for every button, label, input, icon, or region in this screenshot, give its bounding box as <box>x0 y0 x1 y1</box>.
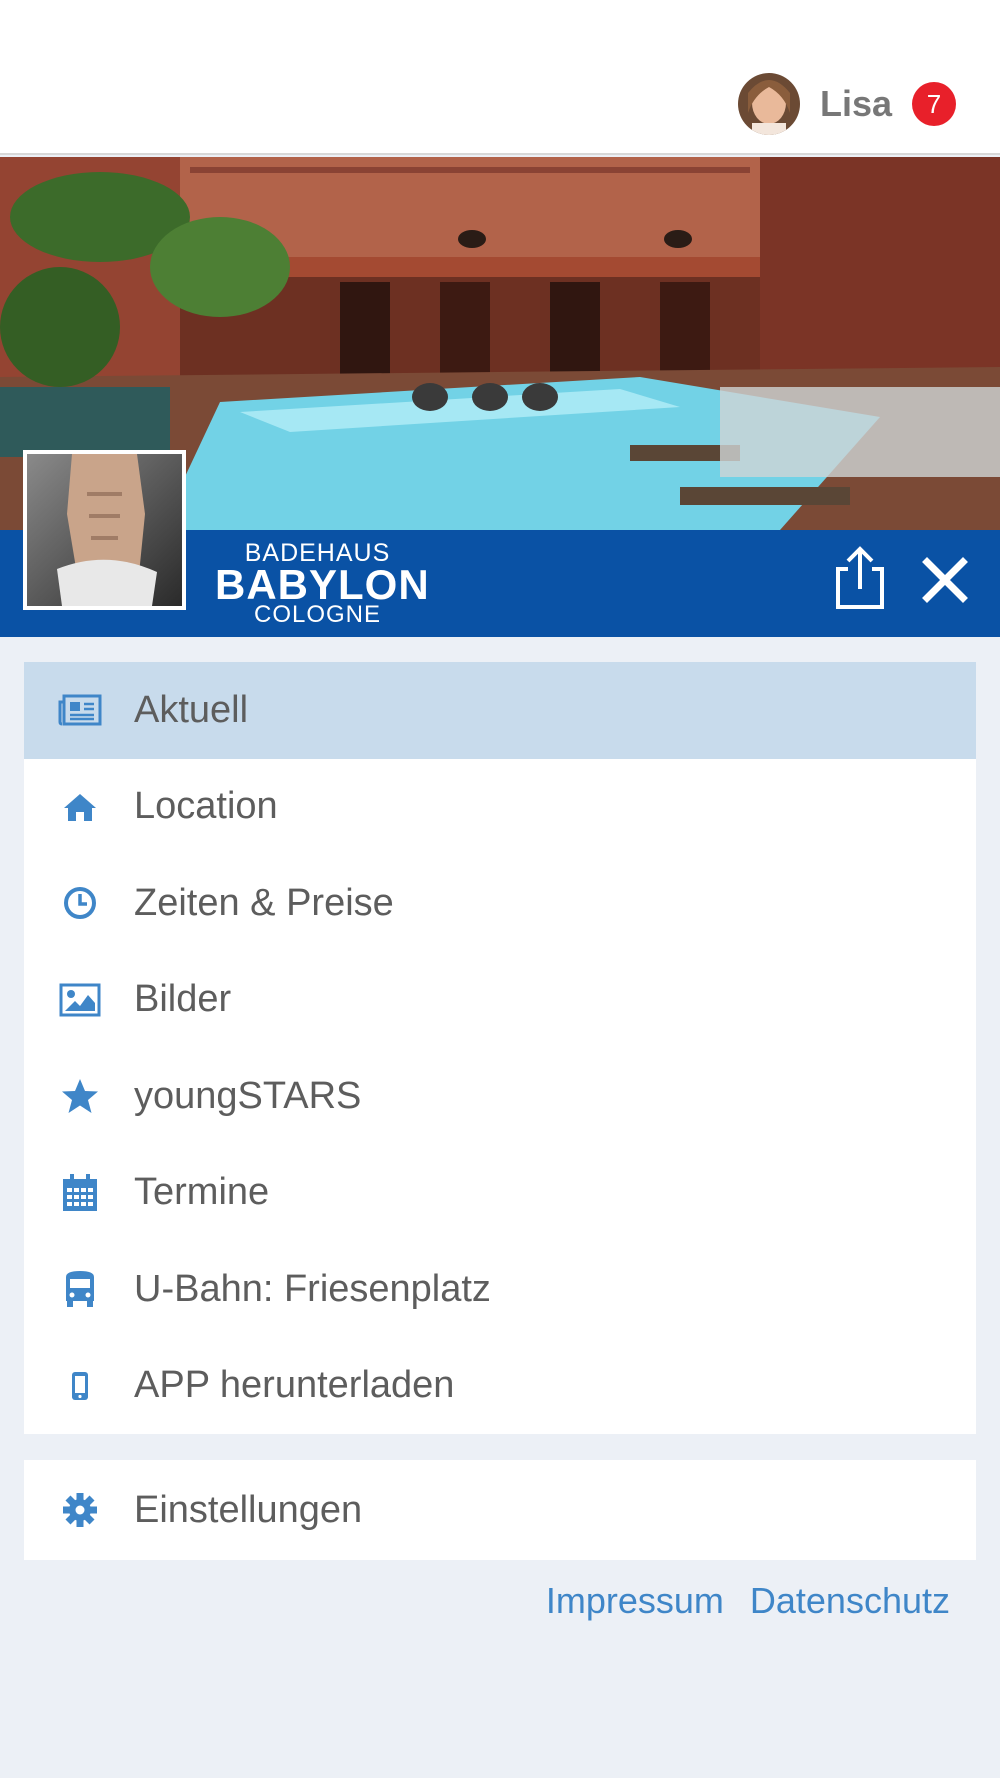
menu-item-label: Bilder <box>134 978 232 1021</box>
footer-links: Impressum Datenschutz <box>520 1580 950 1622</box>
share-icon <box>836 546 884 609</box>
clock-icon <box>57 883 103 923</box>
menu-item-label: Aktuell <box>134 688 249 731</box>
menu-item-bilder[interactable]: Bilder <box>24 952 976 1049</box>
notification-badge[interactable]: 7 <box>912 82 956 126</box>
menu-item-label: U-Bahn: Friesenplatz <box>134 1267 491 1310</box>
user-name: Lisa <box>819 83 892 124</box>
menu-item-youngstars[interactable]: youngSTARS <box>24 1048 976 1145</box>
menu-item-app-herunterladen[interactable]: APP herunterladen <box>24 1338 976 1435</box>
home-icon <box>57 787 103 827</box>
close-button[interactable] <box>920 555 970 605</box>
logo-line-2: BABYLON <box>215 561 430 608</box>
impressum-link[interactable]: Impressum <box>546 1580 724 1622</box>
menu-item-label: Location <box>134 785 278 828</box>
main-menu: Aktuell Location Zeiten & Preise Bilder <box>24 662 976 1434</box>
menu-item-aktuell[interactable]: Aktuell <box>24 662 976 759</box>
top-bar: Lisa 7 <box>0 0 1000 155</box>
menu-item-label: Einstellungen <box>134 1488 363 1531</box>
menu-item-u-bahn[interactable]: U-Bahn: Friesenplatz <box>24 1241 976 1338</box>
share-button[interactable] <box>830 545 890 611</box>
menu-item-zeiten-preise[interactable]: Zeiten & Preise <box>24 855 976 952</box>
image-icon <box>57 980 103 1020</box>
calendar-icon <box>57 1173 103 1213</box>
menu-item-label: youngSTARS <box>134 1074 362 1117</box>
datenschutz-link[interactable]: Datenschutz <box>750 1580 950 1622</box>
menu-item-einstellungen[interactable]: Einstellungen <box>24 1460 976 1560</box>
menu-item-label: APP herunterladen <box>134 1364 455 1407</box>
menu-item-label: Zeiten & Preise <box>134 881 394 924</box>
settings-menu: Einstellungen <box>24 1460 976 1560</box>
bus-icon <box>57 1269 103 1309</box>
menu-item-location[interactable]: Location <box>24 759 976 856</box>
close-icon <box>922 557 968 603</box>
gear-icon <box>57 1490 103 1530</box>
brand-logo: BADEHAUS BABYLON COLOGNE <box>215 540 430 627</box>
mobile-phone-icon <box>57 1366 103 1406</box>
newspaper-icon <box>57 690 103 730</box>
menu-item-label: Termine <box>134 1171 270 1214</box>
menu-item-termine[interactable]: Termine <box>24 1145 976 1242</box>
star-icon <box>57 1076 103 1116</box>
user-avatar[interactable] <box>737 73 800 135</box>
profile-thumbnail[interactable] <box>23 450 186 610</box>
user-menu[interactable]: Lisa 7 <box>737 72 956 136</box>
